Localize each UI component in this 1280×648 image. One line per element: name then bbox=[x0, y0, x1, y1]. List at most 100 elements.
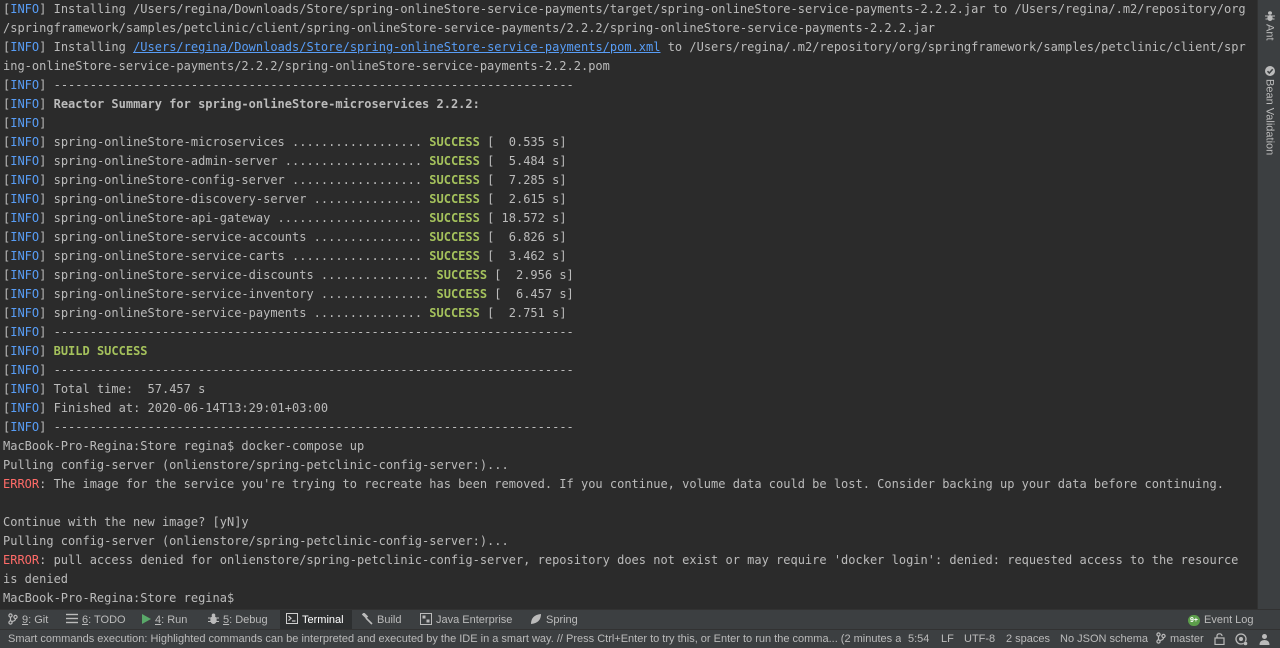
terminal-line: [INFO] spring-onlineStore-service-invent… bbox=[3, 287, 574, 301]
line-text: [ 3.462 s] bbox=[479, 249, 567, 263]
file-encoding[interactable]: UTF-8 bbox=[964, 630, 995, 648]
line-text: to /Users/regina/.m2/repository/org/spri… bbox=[660, 40, 1246, 54]
success-label: SUCCESS bbox=[429, 249, 480, 263]
terminal-line: [INFO] ---------------------------------… bbox=[3, 420, 574, 434]
error-label: ERROR bbox=[3, 553, 40, 567]
file-link[interactable]: /Users/regina/Downloads/Store/spring-onl… bbox=[133, 40, 660, 54]
terminal-line: MacBook-Pro-Regina:Store regina$ bbox=[3, 589, 241, 608]
terminal-line: [INFO] Total time: 57.457 s bbox=[3, 382, 206, 396]
ant-tab-label: Ant bbox=[1263, 24, 1276, 41]
event-log-tool-button[interactable]: 9+ Event Log bbox=[1188, 610, 1254, 630]
line-text: spring-onlineStore-microservices .......… bbox=[53, 135, 430, 149]
log-level-tag: INFO bbox=[10, 2, 40, 16]
cursor-position[interactable]: 5:54 bbox=[908, 630, 929, 648]
line-text: ing-onlineStore-service-payments/2.2.2/s… bbox=[3, 59, 610, 73]
build-tool-button[interactable]: Build bbox=[361, 610, 401, 630]
log-level-tag: INFO bbox=[10, 249, 40, 263]
line-text: ----------------------------------------… bbox=[53, 420, 574, 434]
log-level-tag: INFO bbox=[10, 268, 40, 282]
log-level-tag: INFO bbox=[10, 401, 40, 415]
event-log-tool-label: Event Log bbox=[1204, 614, 1254, 626]
line-text: Reactor Summary for spring-onlineStore-m… bbox=[53, 97, 480, 111]
status-message[interactable]: Smart commands execution: Highlighted co… bbox=[8, 630, 901, 648]
line-text: ----------------------------------------… bbox=[53, 325, 574, 339]
terminal-line: [INFO] spring-onlineStore-service-accoun… bbox=[3, 230, 567, 244]
run-icon bbox=[142, 613, 151, 627]
success-label: SUCCESS bbox=[429, 306, 480, 320]
run-tool-button[interactable]: 4: Run bbox=[142, 610, 187, 630]
memory-indicator-icon[interactable] bbox=[1258, 630, 1271, 648]
line-text: spring-onlineStore-api-gateway .........… bbox=[53, 211, 430, 225]
terminal-line: [INFO] spring-onlineStore-microservices … bbox=[3, 135, 567, 149]
ant-tab[interactable]: Ant bbox=[1258, 10, 1280, 41]
line-text: Installing /Users/regina/Downloads/Store… bbox=[53, 2, 1246, 16]
log-level-tag: INFO bbox=[10, 135, 40, 149]
tool-window-bar: 9: Git 6: TODO 4: Run 5: Debug Terminal … bbox=[0, 609, 1280, 630]
line-text: [ 6.826 s] bbox=[479, 230, 567, 244]
git-tool-label: : Git bbox=[28, 614, 49, 626]
line-text: [ 6.457 s] bbox=[487, 287, 574, 301]
spring-tool-button[interactable]: Spring bbox=[530, 610, 578, 630]
terminal-output[interactable]: [INFO] Installing /Users/regina/Download… bbox=[0, 0, 1248, 609]
log-level-tag: INFO bbox=[10, 97, 40, 111]
terminal-line: [INFO] ---------------------------------… bbox=[3, 363, 574, 377]
bean-validation-tab-label: Bean Validation bbox=[1263, 79, 1276, 156]
debug-tool-button[interactable]: 5: Debug bbox=[208, 610, 268, 630]
terminal-line: /springframework/samples/petclinic/clien… bbox=[3, 19, 935, 38]
line-text: Total time: 57.457 s bbox=[53, 382, 206, 396]
line-text: spring-onlineStore-admin-server ........… bbox=[53, 154, 430, 168]
ant-icon bbox=[1264, 10, 1276, 22]
indent-setting[interactable]: 2 spaces bbox=[1006, 630, 1050, 648]
debug-tool-label: : Debug bbox=[229, 614, 268, 626]
line-text: [ 7.285 s] bbox=[479, 173, 567, 187]
log-level-tag: INFO bbox=[10, 382, 40, 396]
vcs-branch-icon bbox=[1156, 631, 1166, 647]
bean-validation-icon bbox=[1264, 65, 1276, 77]
line-text: Pulling config-server (onlienstore/sprin… bbox=[3, 458, 509, 472]
lock-icon[interactable] bbox=[1214, 630, 1225, 648]
terminal-line: [INFO] spring-onlineStore-service-carts … bbox=[3, 249, 567, 263]
terminal-tool-button[interactable]: Terminal bbox=[280, 610, 352, 630]
event-log-icon: 9+ bbox=[1188, 614, 1200, 626]
terminal-line: [INFO] ---------------------------------… bbox=[3, 78, 574, 92]
inspector-icon[interactable] bbox=[1235, 630, 1248, 648]
git-tool-button[interactable]: 9: Git bbox=[8, 610, 48, 630]
log-level-tag: INFO bbox=[10, 173, 40, 187]
line-text: Pulling config-server (onlienstore/sprin… bbox=[3, 534, 509, 548]
terminal-line: [INFO] spring-onlineStore-discovery-serv… bbox=[3, 192, 567, 206]
todo-tool-label: : TODO bbox=[88, 614, 126, 626]
line-separator[interactable]: LF bbox=[941, 630, 954, 648]
right-tool-strip: Ant Bean Validation bbox=[1257, 0, 1280, 609]
success-label: SUCCESS bbox=[429, 135, 480, 149]
terminal-line: [INFO] spring-onlineStore-config-server … bbox=[3, 173, 567, 187]
log-level-tag: INFO bbox=[10, 154, 40, 168]
todo-list-icon bbox=[66, 613, 78, 627]
terminal-line: [INFO] ---------------------------------… bbox=[3, 325, 574, 339]
success-label: SUCCESS bbox=[429, 211, 480, 225]
terminal-line: [INFO] spring-onlineStore-api-gateway ..… bbox=[3, 211, 567, 225]
line-text: spring-onlineStore-service-inventory ...… bbox=[53, 287, 437, 301]
terminal-line: [INFO] spring-onlineStore-service-discou… bbox=[3, 268, 574, 282]
log-level-tag: INFO bbox=[10, 325, 40, 339]
java-enterprise-tool-button[interactable]: Java Enterprise bbox=[420, 610, 512, 630]
log-level-tag: INFO bbox=[10, 211, 40, 225]
line-text: [ 2.751 s] bbox=[479, 306, 567, 320]
terminal-line: [INFO] spring-onlineStore-admin-server .… bbox=[3, 154, 567, 168]
java-enterprise-icon bbox=[420, 612, 432, 628]
run-tool-label: : Run bbox=[161, 614, 188, 626]
line-text: Installing bbox=[53, 40, 134, 54]
log-level-tag: INFO bbox=[10, 116, 40, 130]
line-text: [ 5.484 s] bbox=[479, 154, 567, 168]
git-branch-widget[interactable]: master bbox=[1156, 630, 1204, 648]
json-schema-selector[interactable]: No JSON schema bbox=[1060, 630, 1148, 648]
line-text: : The image for the service you're tryin… bbox=[39, 477, 1224, 491]
terminal-line: [INFO] bbox=[3, 116, 54, 130]
log-level-tag: INFO bbox=[10, 192, 40, 206]
terminal-line: ing-onlineStore-service-payments/2.2.2/s… bbox=[3, 57, 610, 76]
spring-leaf-icon bbox=[530, 613, 542, 628]
line-text: ----------------------------------------… bbox=[53, 78, 574, 92]
todo-tool-button[interactable]: 6: TODO bbox=[66, 610, 126, 630]
log-level-tag: INFO bbox=[10, 230, 40, 244]
line-text: Continue with the new image? [yN]y bbox=[3, 515, 249, 529]
bean-validation-tab[interactable]: Bean Validation bbox=[1258, 65, 1280, 155]
